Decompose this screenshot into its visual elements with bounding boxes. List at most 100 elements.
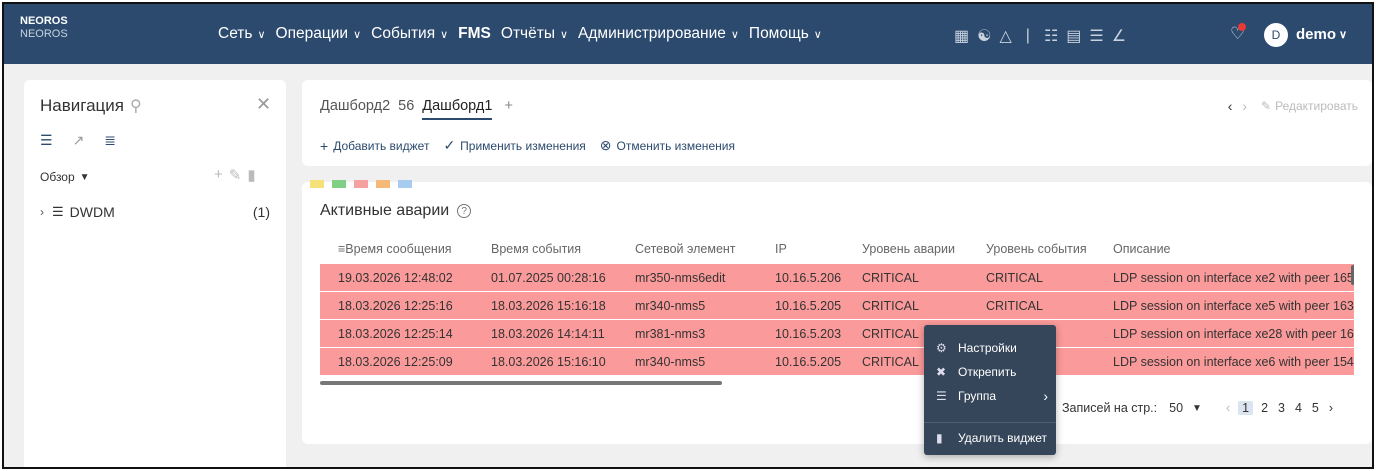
menu-reports[interactable]: Отчёты ∨ [501,25,568,43]
overview-dropdown[interactable]: Обзор ▼ [40,170,90,184]
chevron-down-icon[interactable]: ▼ [1192,403,1202,414]
expand-icon[interactable]: ↗ [73,132,85,149]
cell-network-element: mr350-nms6edit [635,271,726,285]
add-widget-label: Добавить виджет [333,138,430,153]
add-icon[interactable]: + [214,166,223,184]
edit-icon: ✎ [1261,99,1272,113]
menu-network[interactable]: Сеть ∨ [218,25,266,43]
column-alarm-level[interactable]: Уровень аварии [862,242,955,256]
logo-title: NEOROS [20,15,68,27]
users-icon[interactable]: ☯ [977,26,991,46]
menu-item-delete-widget[interactable]: ▮ Удалить виджет [936,431,1048,445]
cell-message-time: 18.03.2026 12:25:16 [338,299,453,313]
search-icon[interactable]: ⚲ [130,96,142,116]
trash-icon[interactable]: ▮ [247,166,255,184]
column-message-time[interactable]: ≡ Время сообщения [338,242,452,256]
page-5[interactable]: 5 [1312,401,1319,415]
rows-per-page-label: Записей на стр.: [1062,401,1158,415]
menu-item-group[interactable]: ☰ Группа › [936,388,1048,404]
notifications-bell-icon[interactable]: ♡ [1230,23,1246,44]
flag-green[interactable] [332,180,346,188]
edit-icon[interactable]: ✎ [229,166,242,184]
logo-subtitle: NEOROS [20,28,68,40]
prev-page-icon[interactable]: ‹ [1226,401,1230,415]
apply-changes-button[interactable]: ✓ Применить изменения [443,137,585,154]
overview-label: Обзор [40,170,75,184]
menu-item-settings[interactable]: ⚙ Настройки [936,341,1048,355]
menu-administration[interactable]: Администрирование ∨ [578,25,739,43]
page-1[interactable]: 1 [1238,401,1254,415]
cell-alarm-level: CRITICAL [862,355,919,369]
collapse-icon[interactable]: ≣ [104,132,116,149]
layers-icon: ☰ [52,204,64,219]
menu-fms[interactable]: FMS [458,25,491,43]
next-page-icon[interactable]: › [1329,401,1333,415]
add-tab-button[interactable]: + [504,98,512,120]
toolbar-icons: ▦ ☯ △ | ☷ ▤ ☰ ∠ [954,26,1134,46]
column-event-level[interactable]: Уровень события [986,242,1087,256]
column-ip[interactable]: IP [775,242,787,256]
tab-dashboard1[interactable]: Дашборд1 [422,98,493,120]
edit-button[interactable]: Редактировать [1275,99,1358,113]
flag-orange[interactable] [376,180,390,188]
logo[interactable]: NEOROS NEOROS [20,15,68,41]
menu-events[interactable]: События ∨ [371,25,448,43]
cell-description: LDP session on interface xe5 with peer 1… [1113,299,1354,313]
close-icon[interactable]: ✕ [256,94,271,115]
flag-blue[interactable] [398,180,412,188]
table-row[interactable]: 18.03.2026 12:25:16 18.03.2026 15:16:18 … [320,292,1354,320]
cancel-circle-icon: ⊗ [599,137,612,153]
rows-per-page-select[interactable]: 50 [1169,401,1183,415]
page-3[interactable]: 3 [1278,401,1285,415]
tab-56[interactable]: 56 [398,98,414,120]
add-widget-button[interactable]: + Добавить виджет [320,137,429,154]
table-icon[interactable]: ▤ [1066,26,1081,46]
menu-help[interactable]: Помощь ∨ [749,25,822,43]
cell-description: LDP session on interface xe28 with peer … [1113,327,1354,341]
menu-operations-label: Операции [275,25,349,42]
page-2[interactable]: 2 [1261,401,1268,415]
cell-network-element: mr340-nms5 [635,355,706,369]
chevron-right-icon[interactable]: › [40,205,44,219]
dashboard-header-actions: ‹ › ✎ Редактировать [1228,98,1358,114]
document-icon[interactable]: ☰ [1089,26,1103,46]
chevron-left-icon[interactable]: ‹ [1228,98,1233,114]
chart-icon[interactable]: ∠ [1112,26,1126,46]
topology-icon[interactable]: ☷ [1044,26,1058,46]
flag-red[interactable] [354,180,368,188]
cell-description: LDP session on interface xe6 with peer 1… [1113,355,1354,369]
help-icon[interactable]: ? [457,204,472,218]
tree-item-label: DWDM [69,204,115,220]
dashboard-icon[interactable]: ▦ [954,26,969,46]
warning-icon[interactable]: △ [999,26,1011,46]
column-event-time[interactable]: Время события [491,242,581,256]
menu-operations[interactable]: Операции ∨ [276,25,362,43]
avatar[interactable]: D [1264,23,1288,47]
menu-item-label: Удалить виджет [958,431,1048,445]
table-row[interactable]: 18.03.2026 12:25:14 18.03.2026 14:14:11 … [320,320,1354,348]
tree-item-dwdm[interactable]: › ☰ DWDM (1) [40,204,270,220]
cell-message-time: 18.03.2026 12:25:14 [338,327,453,341]
navigation-toolbar: ☰ ↗ ≣ [40,132,116,149]
top-bar: NEOROS NEOROS Сеть ∨ Операции ∨ События ∨ F… [4,4,1372,64]
vertical-scrollbar[interactable] [1351,265,1354,285]
menu-fms-label: FMS [458,25,491,42]
column-description[interactable]: Описание [1113,242,1171,256]
table-row[interactable]: 19.03.2026 12:48:02 01.07.2025 00:28:16 … [320,264,1354,292]
horizontal-scrollbar[interactable] [320,381,722,385]
trash-icon: ▮ [936,431,943,445]
table-row[interactable]: 18.03.2026 12:25:09 18.03.2026 15:16:10 … [320,348,1354,376]
menu-item-unpin[interactable]: ✖ Открепить [936,365,1048,379]
menu-item-label: Группа [958,389,997,403]
navigation-title: Навигация ⚲ [40,96,142,116]
flag-yellow[interactable] [310,180,324,188]
cancel-changes-button[interactable]: ⊗ Отменить изменения [600,137,735,154]
column-network-element[interactable]: Сетевой элемент [635,242,736,256]
page-4[interactable]: 4 [1295,401,1302,415]
tab-dashboard2[interactable]: Дашборд2 [320,98,390,120]
list-view-icon[interactable]: ☰ [40,132,53,149]
chevron-right-icon[interactable]: › [1242,98,1247,114]
dashboard-header: Дашборд2 56 Дашборд1 + ‹ › ✎ Редактирова… [302,80,1372,166]
user-menu[interactable]: demo ∨ [1296,26,1347,43]
divider: | [1025,27,1030,44]
